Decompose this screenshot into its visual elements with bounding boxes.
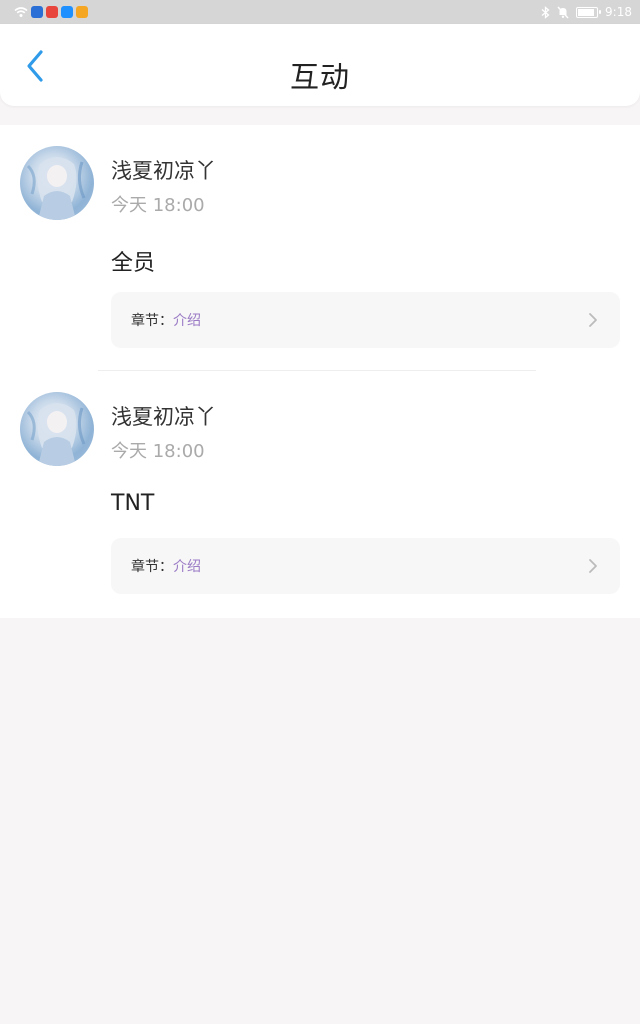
page-title: 互动 [289, 60, 350, 94]
chapter-link[interactable]: 章节： 介绍 [111, 538, 620, 594]
mute-bell-icon [557, 6, 569, 18]
battery-level [578, 8, 595, 16]
post-time: 今天 18:00 [111, 441, 205, 462]
red-app-icon [46, 6, 58, 18]
wifi-icon [14, 7, 28, 17]
chevron-right-icon [589, 559, 597, 573]
battery-icon [576, 6, 602, 18]
post-text: 全员 [111, 251, 156, 276]
username[interactable]: 浅夏初凉丫 [111, 155, 216, 185]
status-bar-left [14, 6, 88, 18]
header: 互动 [0, 24, 640, 106]
avatar-illustration [26, 403, 86, 466]
chapter-label: 章节： [131, 313, 173, 329]
interaction-item: 浅夏初凉丫 今天 18:00 TNT 章节： 介绍 [0, 371, 640, 617]
post-time: 今天 18:00 [111, 195, 205, 216]
username[interactable]: 浅夏初凉丫 [111, 401, 216, 431]
orange-app-icon [76, 6, 88, 18]
search-app-icon [61, 6, 73, 18]
chapter-value: 介绍 [173, 559, 201, 575]
status-time: 9:18 [605, 5, 632, 19]
status-bar-right: 9:18 [541, 5, 632, 19]
post-text: TNT [111, 491, 155, 516]
chapter-link[interactable]: 章节： 介绍 [111, 292, 620, 348]
interaction-list: 浅夏初凉丫 今天 18:00 全员 章节： 介绍 浅夏初凉丫 今天 18:00 … [0, 125, 640, 618]
shield-app-icon [31, 6, 43, 18]
avatar[interactable] [20, 146, 94, 220]
chapter-label: 章节： [131, 559, 173, 575]
chapter-value: 介绍 [173, 313, 201, 329]
avatar[interactable] [20, 392, 94, 466]
interaction-item: 浅夏初凉丫 今天 18:00 全员 章节： 介绍 [0, 125, 640, 371]
bluetooth-icon [541, 5, 550, 19]
avatar-illustration [26, 157, 86, 220]
chevron-right-icon [589, 313, 597, 327]
status-bar: 9:18 [0, 0, 640, 24]
